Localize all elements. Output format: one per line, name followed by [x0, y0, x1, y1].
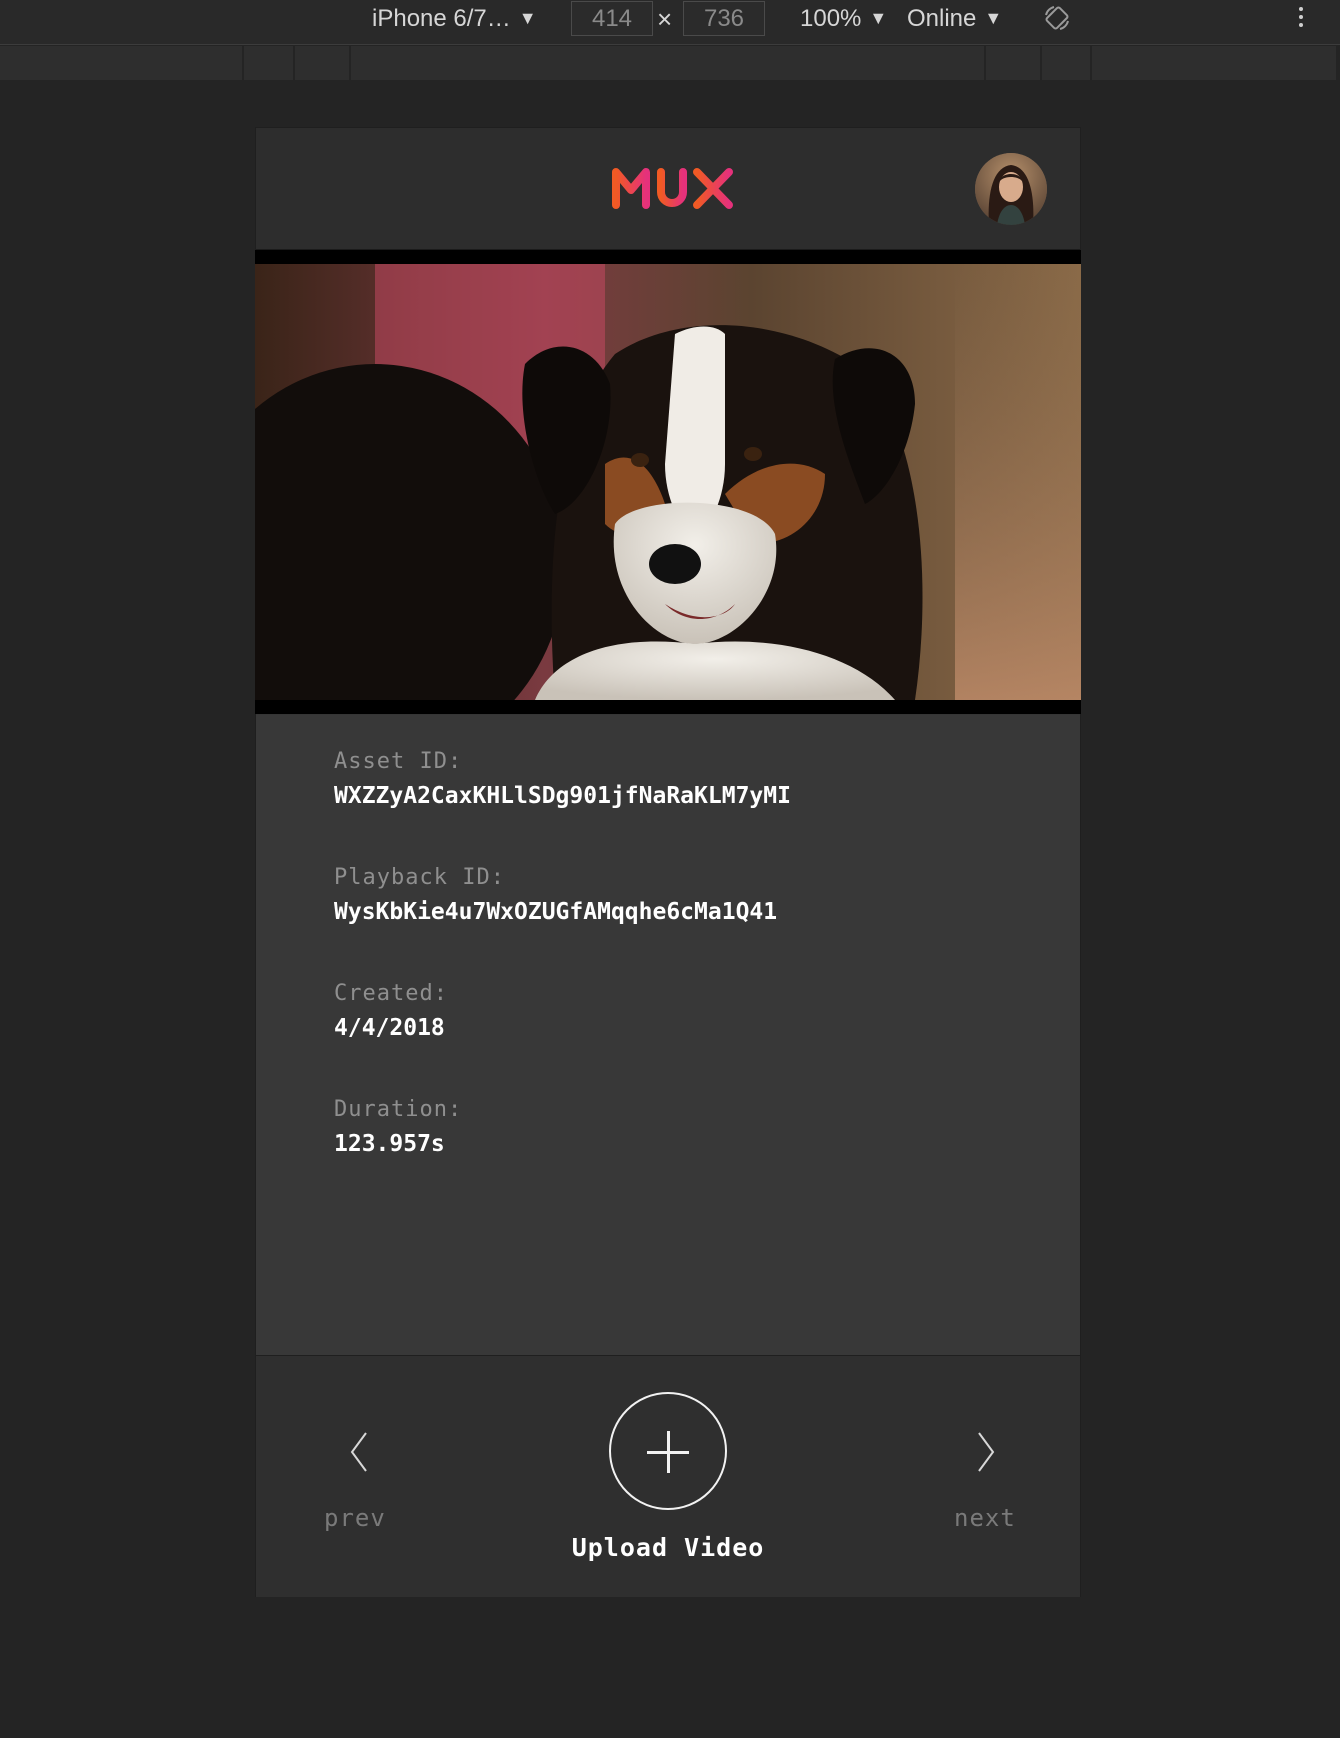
device-viewport: Asset ID: WXZZyA2CaxKHLlSDg901jfNaRaKLM7…: [255, 127, 1081, 1597]
media-query-bar: [0, 46, 1336, 80]
caret-down-icon: ▼: [869, 8, 888, 28]
media-query-segment[interactable]: [1042, 46, 1092, 80]
next-button[interactable]: next: [954, 1504, 1016, 1532]
video-frame: [255, 264, 1081, 700]
playback-id-label: Playback ID:: [334, 865, 505, 890]
media-query-segment[interactable]: [1092, 46, 1336, 80]
dog-video-thumbnail: [255, 264, 1081, 700]
devtools-toolbar: iPhone 6/7… ▼ 414 × 736 100% ▼ Online ▼: [0, 0, 1340, 45]
zoom-select-label: 100%: [800, 5, 862, 32]
avatar-image: [975, 153, 1047, 225]
network-select-label: Online: [907, 5, 977, 32]
rotate-icon[interactable]: [1042, 3, 1072, 33]
device-select[interactable]: iPhone 6/7… ▼: [372, 0, 537, 44]
playback-id-value: WysKbKie4u7WxOZUGfAMqqhe6cMa1Q41: [334, 899, 778, 925]
asset-id-value: WXZZyA2CaxKHLlSDg901jfNaRaKLM7yMI: [334, 783, 791, 809]
width-input[interactable]: 414: [571, 1, 653, 36]
prev-button[interactable]: prev: [324, 1504, 386, 1532]
asset-id-label: Asset ID:: [334, 749, 463, 774]
upload-button[interactable]: [609, 1392, 727, 1510]
device-select-label: iPhone 6/7…: [372, 5, 511, 32]
network-select[interactable]: Online ▼: [907, 0, 1002, 44]
mux-logo[interactable]: [611, 166, 735, 210]
caret-down-icon: ▼: [984, 8, 1003, 28]
media-query-segment[interactable]: [0, 46, 244, 80]
more-options-icon[interactable]: [1295, 4, 1307, 34]
duration-value: 123.957s: [334, 1131, 445, 1157]
height-input[interactable]: 736: [683, 1, 765, 36]
chevron-right-icon[interactable]: [975, 1430, 997, 1474]
media-query-segment[interactable]: [244, 46, 295, 80]
dimension-separator: ×: [657, 4, 673, 34]
user-avatar[interactable]: [975, 153, 1047, 225]
media-query-segment[interactable]: [295, 46, 351, 80]
zoom-select[interactable]: 100% ▼: [800, 0, 887, 44]
created-value: 4/4/2018: [334, 1015, 445, 1041]
media-query-segment[interactable]: [351, 46, 986, 80]
asset-details: Asset ID: WXZZyA2CaxKHLlSDg901jfNaRaKLM7…: [256, 715, 1080, 1355]
media-query-segment[interactable]: [986, 46, 1042, 80]
bottom-nav: prev Upload Video next: [256, 1355, 1080, 1597]
chevron-left-icon[interactable]: [348, 1430, 370, 1474]
video-player[interactable]: [255, 250, 1081, 714]
duration-label: Duration:: [334, 1097, 463, 1122]
plus-icon-vertical: [667, 1431, 670, 1473]
app-header: [256, 128, 1080, 250]
upload-video-label[interactable]: Upload Video: [256, 1533, 1080, 1562]
caret-down-icon: ▼: [518, 8, 537, 28]
created-label: Created:: [334, 981, 448, 1006]
